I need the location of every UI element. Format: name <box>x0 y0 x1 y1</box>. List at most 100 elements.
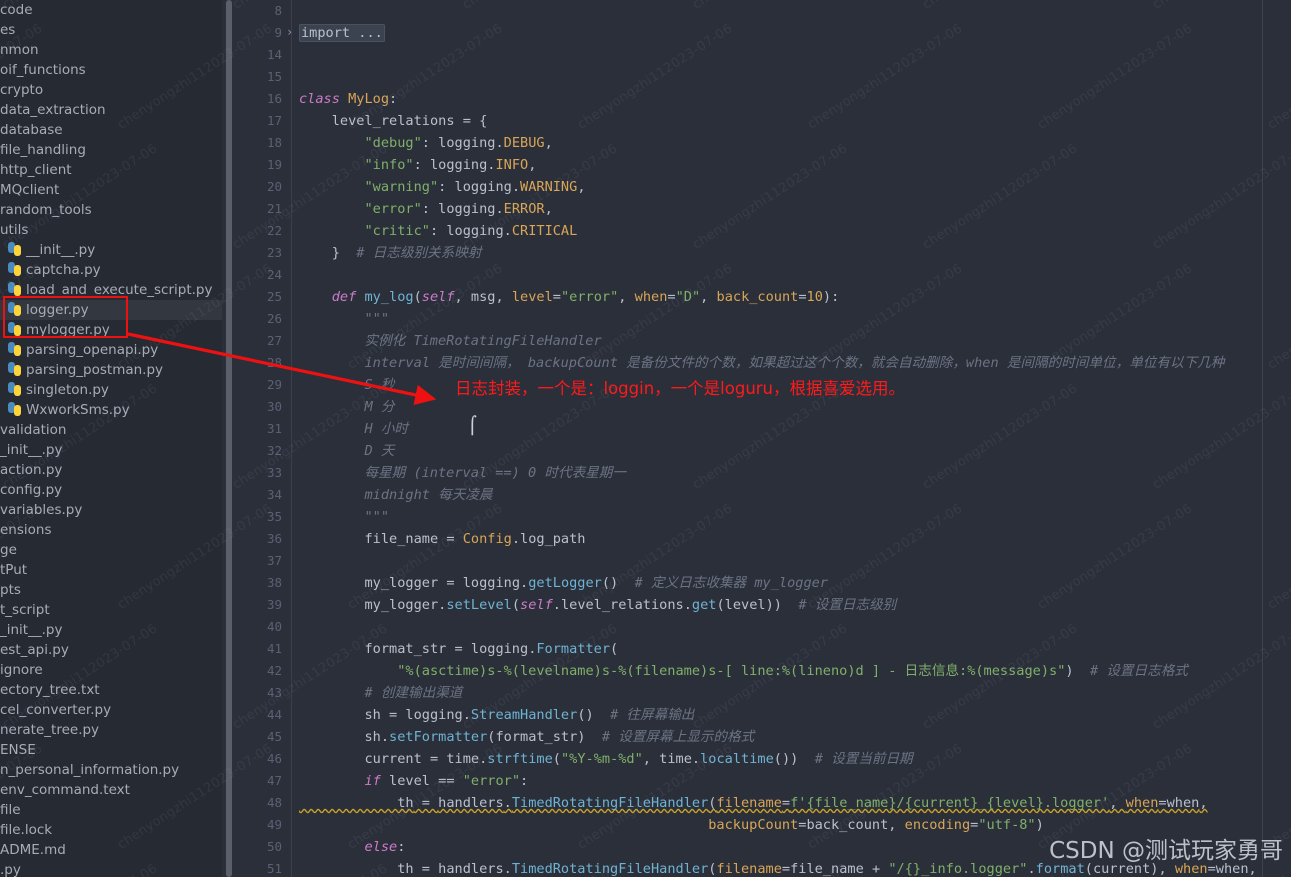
code-line[interactable]: """ <box>299 506 1291 528</box>
tree-item-mqclient[interactable]: MQclient <box>0 180 222 200</box>
project-file-tree[interactable]: code es nmon oif_functions crypto data_extrac… <box>0 0 222 877</box>
code-line[interactable]: 实例化 TimeRotatingFileHandler <box>299 330 1291 352</box>
tree-item-init-py[interactable]: __init__.py <box>0 240 222 260</box>
tree-item-init-py[interactable]: _init__.py <box>0 440 222 460</box>
tree-item-oif-functions[interactable]: oif_functions <box>0 60 222 80</box>
tree-item-config-py[interactable]: config.py <box>0 480 222 500</box>
folded-import-region[interactable]: import ... <box>299 24 385 42</box>
tree-item-utils[interactable]: utils <box>0 220 222 240</box>
code-line[interactable]: midnight 每天凌晨 <box>299 484 1291 506</box>
tree-item-crypto[interactable]: crypto <box>0 80 222 100</box>
code-line[interactable] <box>299 550 1291 572</box>
code-line[interactable] <box>299 264 1291 286</box>
code-line[interactable]: if level == "error": <box>299 770 1291 792</box>
line-number: 48 <box>266 795 282 810</box>
tree-item-pts[interactable]: pts <box>0 580 222 600</box>
tree-item-ignore[interactable]: ignore <box>0 660 222 680</box>
code-line[interactable]: 每星期 (interval ==) 0 时代表星期一 <box>299 462 1291 484</box>
line-number: 20 <box>266 179 282 194</box>
tree-item-label: est_api.py <box>0 642 69 658</box>
tree-item-adme-md[interactable]: ADME.md <box>0 840 222 860</box>
tree-item-t-script[interactable]: t_script <box>0 600 222 620</box>
code-line[interactable]: sh = logging.StreamHandler() # 往屏幕输出 <box>299 704 1291 726</box>
tree-item-init-py[interactable]: _init__.py <box>0 620 222 640</box>
tree-item-action-py[interactable]: action.py <box>0 460 222 480</box>
code-line-warning[interactable]: th = handlers.TimedRotatingFileHandler(f… <box>299 792 1291 814</box>
code-editor[interactable]: 8 9 14 15 16 17 18 19 20 21 22 23 24 25 26 27 28 29 30 31 32… <box>236 0 1291 877</box>
tree-item-random-tools[interactable]: random_tools <box>0 200 222 220</box>
tree-item-parsing-openapi-py[interactable]: parsing_openapi.py <box>0 340 222 360</box>
tree-item-variables-py[interactable]: variables.py <box>0 500 222 520</box>
tree-item-code[interactable]: code <box>0 0 222 20</box>
tree-item-label: file <box>0 802 21 818</box>
python-file-icon <box>8 282 22 296</box>
code-line[interactable]: "warning": logging.WARNING, <box>299 176 1291 198</box>
tree-item-label: cel_converter.py <box>0 702 112 718</box>
line-number: 46 <box>266 751 282 766</box>
code-line[interactable]: class MyLog: <box>299 88 1291 110</box>
tree-item-file[interactable]: file <box>0 800 222 820</box>
tree-item-http-client[interactable]: http_client <box>0 160 222 180</box>
tree-item-cel-converter-py[interactable]: cel_converter.py <box>0 700 222 720</box>
sidebar-scrollbar-thumb[interactable] <box>226 0 232 877</box>
code-line[interactable] <box>299 0 1291 22</box>
code-line[interactable]: """ <box>299 308 1291 330</box>
code-content[interactable]: import ... class MyLog: level_relations =… <box>299 0 1291 877</box>
code-line[interactable] <box>299 66 1291 88</box>
tree-item-label: _init__.py <box>0 622 63 638</box>
code-line[interactable]: def my_log(self, msg, level="error", whe… <box>299 286 1291 308</box>
tree-item-captcha-py[interactable]: captcha.py <box>0 260 222 280</box>
tree-item-env-command-text[interactable]: env_command.text <box>0 780 222 800</box>
red-highlight-box <box>3 296 128 338</box>
fold-arrow-icon[interactable]: › <box>286 21 298 43</box>
code-line[interactable]: current = time.strftime("%Y-%m-%d", time… <box>299 748 1291 770</box>
code-line[interactable]: format_str = logging.Formatter( <box>299 638 1291 660</box>
tree-item-tput[interactable]: tPut <box>0 560 222 580</box>
code-line[interactable]: D 天 <box>299 440 1291 462</box>
code-line[interactable]: "critic": logging.CRITICAL <box>299 220 1291 242</box>
tree-item-label: utils <box>0 222 29 238</box>
code-line[interactable]: "info": logging.INFO, <box>299 154 1291 176</box>
code-line[interactable]: # 创建输出渠道 <box>299 682 1291 704</box>
code-line[interactable] <box>299 616 1291 638</box>
tree-item-ense[interactable]: ENSE <box>0 740 222 760</box>
tree-item-parsing-postman-py[interactable]: parsing_postman.py <box>0 360 222 380</box>
code-line[interactable]: level_relations = { <box>299 110 1291 132</box>
tree-item-singleton-py[interactable]: singleton.py <box>0 380 222 400</box>
tree-item-wxworksms-py[interactable]: WxworkSms.py <box>0 400 222 420</box>
tree-item-est-api-py[interactable]: est_api.py <box>0 640 222 660</box>
tree-item-label: config.py <box>0 482 63 498</box>
tree-item-n-personal-information-py[interactable]: n_personal_information.py <box>0 760 222 780</box>
code-line[interactable]: M 分 <box>299 396 1291 418</box>
tree-item-database[interactable]: database <box>0 120 222 140</box>
tree-item-py[interactable]: .py <box>0 860 222 877</box>
code-line[interactable]: "%(asctime)s-%(levelname)s-%(filename)s-… <box>299 660 1291 682</box>
tree-item-validation[interactable]: validation <box>0 420 222 440</box>
code-line[interactable]: H 小时 <box>299 418 1291 440</box>
code-line[interactable]: sh.setFormatter(format_str) # 设置屏幕上显示的格式 <box>299 726 1291 748</box>
tree-item-nmon[interactable]: nmon <box>0 40 222 60</box>
tree-item-ensions[interactable]: ensions <box>0 520 222 540</box>
tree-item-nerate-tree-py[interactable]: nerate_tree.py <box>0 720 222 740</box>
code-line[interactable]: my_logger.setLevel(self.level_relations.… <box>299 594 1291 616</box>
code-line[interactable]: interval 是时间间隔， backupCount 是备份文件的个数，如果超… <box>299 352 1291 374</box>
line-number: 45 <box>266 729 282 744</box>
tree-item-ectory-tree-txt[interactable]: ectory_tree.txt <box>0 680 222 700</box>
code-line[interactable]: "error": logging.ERROR, <box>299 198 1291 220</box>
sidebar-scrollbar[interactable] <box>225 0 233 877</box>
code-line[interactable]: import ... <box>299 22 1291 44</box>
tree-item-file-handling[interactable]: file_handling <box>0 140 222 160</box>
tree-item-ge[interactable]: ge <box>0 540 222 560</box>
tree-item-file-lock[interactable]: file.lock <box>0 820 222 840</box>
code-line[interactable]: } # 日志级别关系映射 <box>299 242 1291 264</box>
tree-item-es[interactable]: es <box>0 20 222 40</box>
code-line[interactable]: "debug": logging.DEBUG, <box>299 132 1291 154</box>
tree-item-label: ensions <box>0 522 52 538</box>
tree-item-label: .py <box>0 862 21 877</box>
code-line[interactable]: file_name = Config.log_path <box>299 528 1291 550</box>
code-line[interactable]: my_logger = logging.getLogger() # 定义日志收集… <box>299 572 1291 594</box>
line-number: 29 <box>266 377 282 392</box>
code-line[interactable] <box>299 44 1291 66</box>
line-number: 22 <box>266 223 282 238</box>
tree-item-data-extraction[interactable]: data_extraction <box>0 100 222 120</box>
